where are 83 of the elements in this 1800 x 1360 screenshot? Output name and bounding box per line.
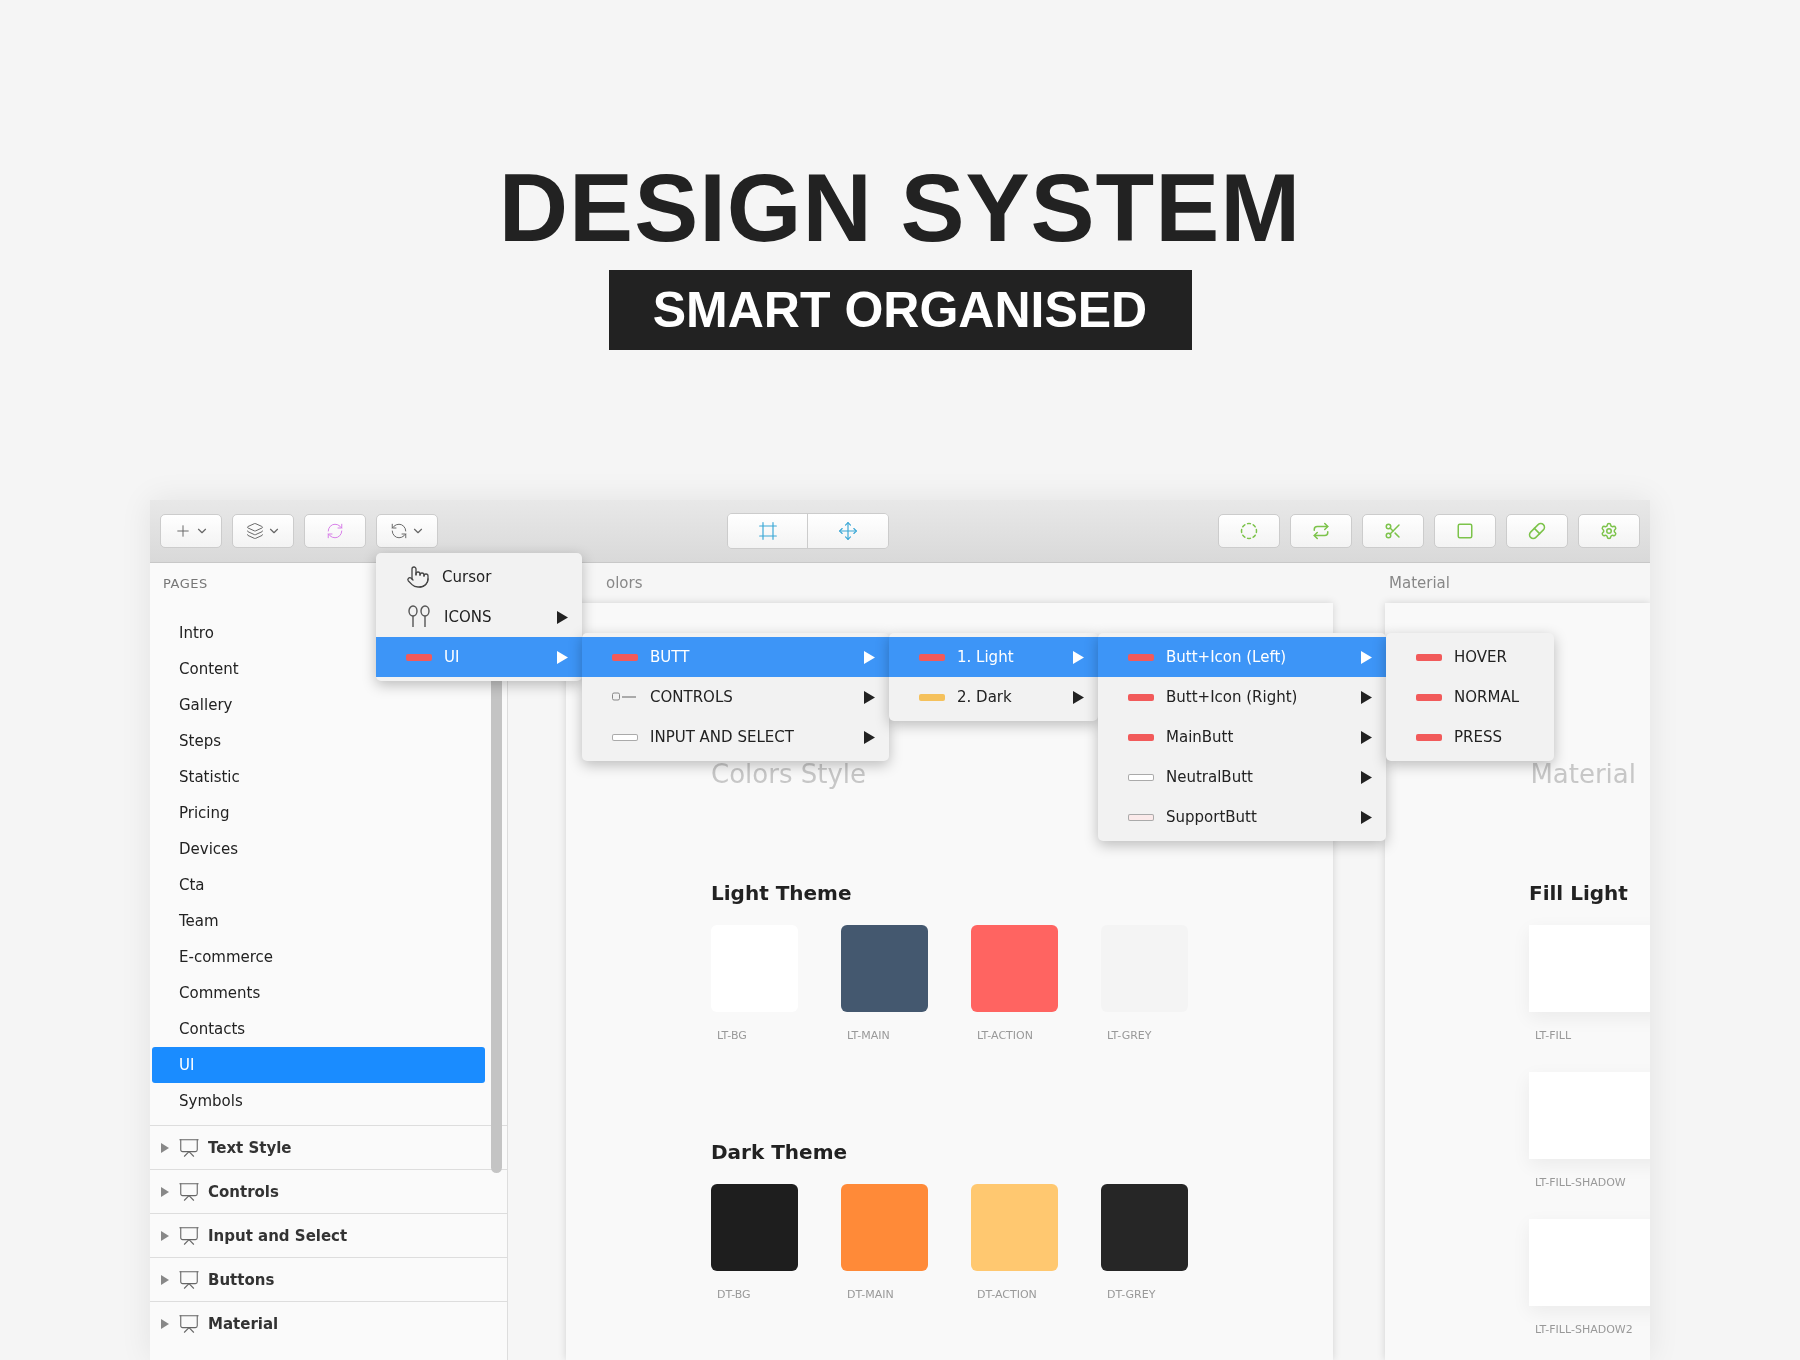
group-label[interactable]: Text Style (208, 1138, 292, 1157)
page-item[interactable]: Gallery (152, 687, 485, 723)
page-item[interactable]: Statistic (152, 759, 485, 795)
rotate-arrows-icon (1312, 522, 1330, 540)
artboard-label: Material (1388, 573, 1451, 594)
page-item[interactable]: Team (152, 903, 485, 939)
sidebar-heading: PAGES (163, 576, 208, 591)
subtitle-banner: SMART ORGANISED (608, 270, 1192, 350)
pill-icon (1528, 522, 1546, 540)
disclosure-triangle-icon[interactable] (160, 1274, 170, 1285)
page-title: DESIGN SYSTEM (498, 158, 1302, 258)
swatch-label: LT-MAIN (846, 1029, 891, 1042)
swatch-label: DT-GREY (1106, 1288, 1157, 1301)
page-item[interactable]: Steps (152, 723, 485, 759)
scissors-icon (1384, 522, 1402, 540)
earbuds-icon (406, 604, 432, 630)
square-icon (1456, 522, 1474, 540)
menu-item[interactable]: INPUT AND SELECT (582, 717, 889, 757)
square-button[interactable] (1434, 514, 1496, 548)
page-item[interactable]: Cta (152, 867, 485, 903)
artboard-icon (178, 1180, 200, 1203)
pill-button[interactable] (1506, 514, 1568, 548)
disclosure-triangle-icon[interactable] (160, 1318, 170, 1329)
swatch-label: LT-GREY (1106, 1029, 1153, 1042)
refresh-icon (326, 522, 344, 540)
page-item[interactable]: E-commerce (152, 939, 485, 975)
insert-button[interactable] (160, 514, 222, 548)
page-item[interactable]: Pricing (152, 795, 485, 831)
scissors-button[interactable] (1362, 514, 1424, 548)
disclosure-triangle-icon[interactable] (160, 1142, 170, 1153)
section-heading: Dark Theme (711, 1140, 849, 1164)
menu-item[interactable]: SupportButt (1098, 797, 1386, 837)
swatch-label: LT-ACTION (976, 1029, 1034, 1042)
swatch-label: LT-BG (716, 1029, 748, 1042)
circle-button[interactable] (1218, 514, 1280, 548)
swatch-label: LT-FILL-SHADOW (1534, 1176, 1627, 1189)
artboard-icon (178, 1312, 200, 1335)
page-item[interactable]: Contacts (152, 1011, 485, 1047)
swatch-label: LT-FILL (1534, 1029, 1573, 1042)
section-heading: Light Theme (711, 881, 853, 905)
artboard-icon (178, 1136, 200, 1159)
frame-button[interactable] (728, 514, 808, 548)
settings-button[interactable] (1578, 514, 1640, 548)
layers-button[interactable] (232, 514, 294, 548)
artboard-icon (178, 1268, 200, 1291)
frame-icon (757, 521, 778, 541)
refresh-button[interactable] (304, 514, 366, 548)
hand-cursor-icon (406, 565, 430, 589)
group-label[interactable]: Controls (208, 1182, 279, 1201)
swatch-label: DT-MAIN (846, 1288, 895, 1301)
disclosure-triangle-icon[interactable] (160, 1230, 170, 1241)
layers-icon (245, 522, 264, 540)
menu-item[interactable]: CONTROLS (582, 677, 889, 717)
group-label[interactable]: Buttons (208, 1270, 275, 1289)
group-label[interactable]: Material (208, 1314, 279, 1333)
page-item[interactable]: Devices (152, 831, 485, 867)
move-button[interactable] (808, 514, 888, 548)
disclosure-triangle-icon[interactable] (160, 1186, 170, 1197)
swatch-label: DT-BG (716, 1288, 752, 1301)
menu-item[interactable]: MainButt (1098, 717, 1386, 757)
artboard-label: olors (605, 573, 644, 594)
swatch-label: LT-FILL-SHADOW2 (1534, 1323, 1634, 1336)
page-item[interactable]: Comments (152, 975, 485, 1011)
settings-icon (1600, 522, 1618, 540)
section-heading: Fill Light (1529, 881, 1629, 905)
page-item[interactable]: Symbols (152, 1083, 485, 1119)
menu-item[interactable]: PRESS (1386, 717, 1554, 757)
menu-item[interactable]: ICONS (376, 597, 582, 637)
menu-item[interactable]: HOVER (1386, 637, 1554, 677)
menu-item[interactable]: Cursor (376, 557, 582, 597)
move-arrows-icon (838, 521, 858, 541)
rotate-button[interactable] (1290, 514, 1352, 548)
sync-button[interactable] (376, 514, 438, 548)
group-label[interactable]: Input and Select (208, 1226, 348, 1245)
swatch-label: DT-ACTION (976, 1288, 1038, 1301)
circle-icon (1240, 522, 1258, 540)
refresh-icon (389, 522, 408, 540)
control-thumbnail-icon (612, 692, 638, 702)
menu-item[interactable]: Butt+Icon (Right) (1098, 677, 1386, 717)
menu-item[interactable]: 2. Dark (889, 677, 1098, 717)
menu-item[interactable]: NeutralButt (1098, 757, 1386, 797)
menu-item[interactable]: NORMAL (1386, 677, 1554, 717)
artboard-icon (178, 1224, 200, 1247)
